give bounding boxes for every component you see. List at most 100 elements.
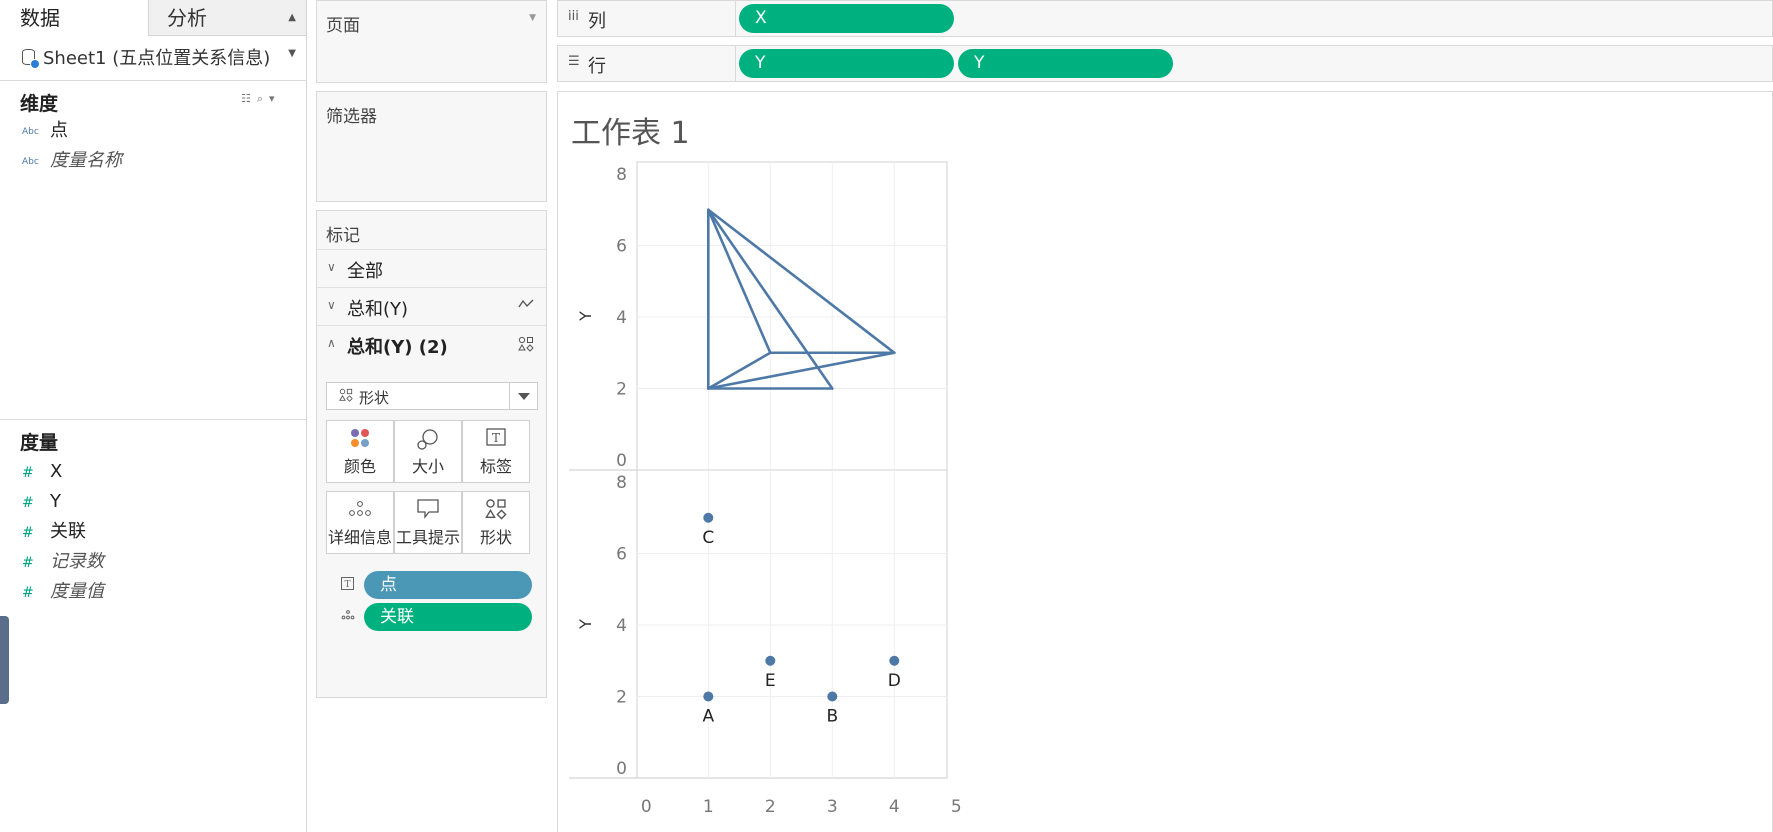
size-label: 大小 [411,457,444,476]
detail-pill[interactable]: 关联 [364,603,532,631]
plot-pane [636,161,948,471]
dimensions-title: 维度 [20,93,59,115]
tooltip-button[interactable]: 工具提示 [394,491,462,554]
detail-button[interactable]: 详细信息 [326,491,394,554]
chevron-down-icon: ∨ [327,298,336,312]
field-label: 度量值 [50,581,104,602]
chevron-down-icon[interactable]: ▼ [529,13,536,23]
svg-text:T: T [344,580,350,590]
dimension-tools: ☷⌕▾ [241,92,281,106]
measure-field[interactable]: # 记录数 [22,549,104,575]
y-tick-label: 8 [616,473,627,493]
divider [735,1,736,36]
scatter-point [703,691,714,702]
hash-icon: # [22,495,34,511]
mark-type-value: 形状 [359,389,390,407]
chart-area: 0 2 4 6 8 Y 0 2 4 6 8 Y A B C D E 0 1 2 3 4 5 [569,161,962,817]
field-label: 关联 [50,521,86,542]
x-tick-label: 5 [951,797,962,817]
view-list-icon[interactable]: ☷ [241,92,257,105]
hash-icon: # [22,525,34,541]
measures-title: 度量 [20,432,59,454]
measure-field[interactable]: # 度量值 [22,579,104,605]
dropdown-arrow-icon[interactable] [509,383,537,409]
search-icon[interactable]: ⌕ [257,92,269,105]
divider [0,419,306,420]
color-label: 颜色 [343,457,376,476]
columns-shelf: iii 列 X [557,0,1773,37]
label-pill[interactable]: 点 [364,571,532,599]
y-tick-label: 2 [616,688,627,708]
marks-row-label: 总和(Y) [347,299,409,320]
size-button[interactable]: 大小 [394,420,462,483]
data-pane: 数据 分析 ▲ ▼ Sheet1 (五点位置关系信息) 维度 ☷⌕▾ Abc 点 A… [0,0,307,832]
rows-pill-y-2[interactable]: Y [958,49,1173,78]
y-tick-label: 2 [616,380,627,400]
sheet-title: 工作表 1 [571,116,690,151]
shape-icon [463,498,529,524]
size-icon [395,427,461,453]
marks-title: 标记 [326,226,360,246]
point-label: B [826,707,838,727]
y-tick-label: 8 [616,165,627,185]
measure-field[interactable]: # 关联 [22,519,86,545]
field-label: 点 [50,120,68,141]
color-button[interactable]: 颜色 [326,420,394,483]
dimension-field[interactable]: Abc 度量名称 [22,148,122,174]
field-label: Y [50,491,61,512]
measure-field[interactable]: # Y [22,489,61,515]
color-icon [327,427,393,453]
filters-card[interactable]: 筛选器 [316,91,547,202]
x-tick-label: 3 [827,797,838,817]
x-tick-label: 1 [703,797,714,817]
tab-analysis-label: 分析 [167,6,207,30]
point-label: D [888,671,901,691]
columns-pill-x[interactable]: X [739,4,954,33]
datasource-item[interactable]: Sheet1 (五点位置关系信息) [22,44,270,70]
field-label: 度量名称 [50,150,122,171]
chevron-updown-icon[interactable]: ▲ ▼ [288,0,296,72]
rows-pill-y[interactable]: Y [739,49,954,78]
y-tick-label: 0 [616,759,627,779]
label-button[interactable]: T 标签 [462,420,530,483]
y-tick-label: 6 [616,545,627,565]
hash-icon: # [22,585,34,601]
chevron-down-icon[interactable]: ▾ [269,92,281,105]
measure-field[interactable]: # X [22,459,62,485]
y-tick-label: 4 [616,308,627,328]
scatter-point [889,655,900,666]
tab-data[interactable]: 数据 [0,0,148,36]
line-icon [518,298,534,314]
dimension-field[interactable]: Abc 点 [22,118,68,144]
tab-analysis[interactable]: 分析 ▲ ▼ [148,0,306,59]
y-axis-title: Y [576,619,595,630]
chevron-up-icon: ∧ [327,336,336,350]
side-handle[interactable] [0,616,9,704]
text-label-icon: T [463,427,529,453]
mark-type-select[interactable]: 形状 [326,382,538,410]
filters-title: 筛选器 [326,107,377,127]
marks-row-sum-y[interactable]: ∨ 总和(Y) [317,287,546,326]
scatter-point [827,691,838,702]
y-tick-label: 0 [616,451,627,471]
shape-icon [339,388,353,405]
point-label: A [702,707,714,727]
shape-label: 形状 [479,528,512,547]
marks-row-sum-y-2[interactable]: ∧ 总和(Y) (2) [317,325,546,364]
field-label: X [50,461,63,482]
database-icon [22,49,40,69]
pages-card[interactable]: 页面 ▼ [316,0,547,83]
columns-shelf-label: 列 [588,11,606,32]
x-tick-label: 4 [889,797,900,817]
shape-icon [518,336,534,356]
shape-button[interactable]: 形状 [462,491,530,554]
rows-shelf: ☰ 行 Y Y [557,45,1773,82]
datasource-label: Sheet1 (五点位置关系信息) [43,48,271,69]
divider [0,80,306,81]
columns-icon: iii [568,9,579,24]
marks-row-all[interactable]: ∨ 全部 [317,249,546,288]
text-label-icon: T [341,577,354,593]
detail-icon [327,498,393,524]
pages-title: 页面 [326,16,360,36]
abc-icon: Abc [22,127,39,137]
